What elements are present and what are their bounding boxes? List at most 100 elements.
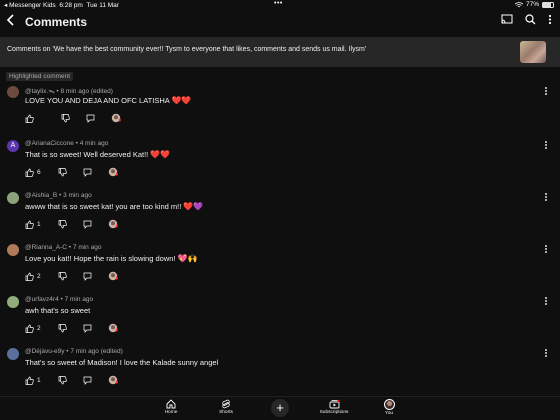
comment-emoji: ❤️❤️ bbox=[171, 96, 192, 105]
nav-home[interactable]: Home bbox=[151, 399, 191, 415]
comment-text-line: Love you kat!! Hope the rain is slowing … bbox=[25, 254, 198, 263]
commenter-avatar[interactable] bbox=[7, 192, 19, 204]
comment-text: That's so sweet of Madison! I love the K… bbox=[25, 358, 219, 367]
like-count: 2 bbox=[37, 324, 41, 332]
creator-heart-icon bbox=[108, 375, 118, 385]
dislike-button[interactable] bbox=[58, 375, 67, 385]
nav-home-label: Home bbox=[164, 410, 178, 415]
comment-text-line: That is so sweet! Well deserved Kat!! ❤️… bbox=[25, 150, 170, 159]
like-button[interactable]: 2 bbox=[25, 272, 42, 281]
nav-subscriptions[interactable]: Subscriptions bbox=[314, 399, 354, 415]
comment-author[interactable]: @Aishia_B • 3 min ago bbox=[25, 192, 92, 199]
wifi-icon bbox=[514, 1, 523, 7]
dislike-button[interactable] bbox=[58, 167, 67, 177]
creator-heart[interactable] bbox=[111, 113, 122, 123]
status-right: 77% bbox=[514, 1, 554, 8]
comment-author[interactable]: @urfavz4r4 • 7 min ago bbox=[25, 296, 93, 303]
reply-icon bbox=[83, 324, 92, 333]
avatar-letter: A bbox=[10, 142, 16, 149]
comment-emoji: 💖🙌 bbox=[177, 254, 198, 263]
comment-text: awh that's so sweet bbox=[25, 306, 91, 315]
creator-heart[interactable] bbox=[108, 167, 119, 177]
search-icon[interactable] bbox=[525, 14, 536, 25]
cast-icon[interactable] bbox=[501, 14, 513, 25]
like-button[interactable]: 1 bbox=[25, 376, 42, 385]
comment-author[interactable]: @Déjàvu-e9y • 7 min ago (edited) bbox=[25, 348, 123, 355]
more-vert-icon[interactable] bbox=[548, 14, 552, 25]
home-icon bbox=[166, 399, 176, 409]
thumbs-up-icon bbox=[25, 324, 34, 333]
create-button[interactable]: + bbox=[271, 399, 289, 417]
comment-more-icon[interactable] bbox=[544, 349, 548, 359]
dislike-button[interactable] bbox=[58, 219, 67, 229]
creator-heart-icon bbox=[108, 219, 118, 229]
multitask-dots-icon[interactable]: ••• bbox=[274, 0, 283, 7]
commenter-avatar[interactable] bbox=[7, 244, 19, 256]
reply-button[interactable] bbox=[83, 168, 92, 177]
thumbs-down-icon bbox=[58, 375, 67, 384]
creator-heart-icon bbox=[108, 271, 118, 281]
creator-heart[interactable] bbox=[108, 375, 119, 385]
comment-author[interactable]: @Rianna_A-C • 7 min ago bbox=[25, 244, 101, 251]
comment-text: Love you kat!! Hope the rain is slowing … bbox=[25, 254, 176, 263]
comment-text-line: LOVE YOU AND DEJA AND OFC LATISHA ❤️❤️ bbox=[25, 96, 191, 105]
comment-author[interactable]: @taylix.ᯓ • 8 min ago (edited) bbox=[25, 86, 113, 95]
nav-you[interactable]: You bbox=[369, 399, 409, 416]
back-button[interactable] bbox=[6, 13, 20, 29]
comment-author[interactable]: @ArianaCiccone • 4 min ago bbox=[25, 140, 108, 147]
thumbs-up-icon bbox=[25, 376, 34, 385]
like-count: 1 bbox=[37, 220, 41, 228]
comment-more-icon[interactable] bbox=[544, 245, 548, 255]
comment-item: @Déjàvu-e9y • 7 min ago (edited) That's s… bbox=[0, 347, 560, 399]
reply-icon bbox=[83, 220, 92, 229]
reply-button[interactable] bbox=[83, 272, 92, 281]
back-to-app-link[interactable]: ◂ Messenger Kids 6:28 pm Tue 11 Mar bbox=[4, 1, 119, 9]
dislike-button[interactable] bbox=[58, 271, 67, 281]
creator-heart-icon bbox=[111, 113, 121, 123]
like-button[interactable] bbox=[25, 114, 42, 123]
comment-more-icon[interactable] bbox=[544, 87, 548, 97]
comment-actions bbox=[25, 113, 122, 123]
dislike-button[interactable] bbox=[58, 323, 67, 333]
comment-more-icon[interactable] bbox=[544, 141, 548, 151]
creator-heart[interactable] bbox=[108, 323, 119, 333]
comment-more-icon[interactable] bbox=[544, 297, 548, 307]
plus-icon: + bbox=[276, 400, 284, 415]
comment-item: @urfavz4r4 • 7 min ago awh that's so swee… bbox=[0, 295, 560, 347]
video-thumbnail[interactable] bbox=[520, 41, 546, 63]
comment-text-line: That's so sweet of Madison! I love the K… bbox=[25, 358, 218, 367]
comment-text: LOVE YOU AND DEJA AND OFC LATISHA bbox=[25, 96, 170, 105]
reply-button[interactable] bbox=[83, 376, 92, 385]
nav-shorts[interactable]: Shorts bbox=[206, 399, 246, 415]
reply-button[interactable] bbox=[86, 114, 95, 123]
like-button[interactable]: 1 bbox=[25, 220, 42, 229]
nav-subscriptions-label: Subscriptions bbox=[319, 410, 349, 415]
commenter-avatar[interactable] bbox=[7, 348, 19, 360]
header-actions bbox=[501, 14, 552, 25]
thumbs-down-icon bbox=[58, 323, 67, 332]
comment-more-icon[interactable] bbox=[544, 193, 548, 203]
comment-actions: 2 bbox=[25, 323, 119, 333]
like-button[interactable]: 6 bbox=[25, 168, 42, 177]
thumbs-up-icon bbox=[25, 272, 34, 281]
thumbs-down-icon bbox=[61, 113, 70, 122]
creator-heart[interactable] bbox=[108, 271, 119, 281]
reply-icon bbox=[86, 114, 95, 123]
commenter-avatar[interactable] bbox=[7, 296, 19, 308]
commenter-avatar[interactable]: A bbox=[7, 140, 19, 152]
back-app-label[interactable]: ◂ Messenger Kids bbox=[4, 2, 56, 9]
comment-actions: 6 bbox=[25, 167, 119, 177]
thumbs-up-icon bbox=[25, 168, 34, 177]
video-context-bar[interactable]: Comments on 'We have the best community … bbox=[0, 37, 560, 67]
reply-button[interactable] bbox=[83, 324, 92, 333]
commenter-avatar[interactable] bbox=[7, 86, 19, 98]
like-button[interactable]: 2 bbox=[25, 324, 42, 333]
like-count: 6 bbox=[37, 168, 41, 176]
reply-button[interactable] bbox=[83, 220, 92, 229]
nav-you-label: You bbox=[384, 411, 394, 416]
comment-text: awww that is so sweet kat! you are too k… bbox=[25, 202, 182, 211]
comment-actions: 1 bbox=[25, 375, 119, 385]
dislike-button[interactable] bbox=[61, 113, 70, 123]
creator-heart[interactable] bbox=[108, 219, 119, 229]
comment-text-line: awww that is so sweet kat! you are too k… bbox=[25, 202, 203, 211]
